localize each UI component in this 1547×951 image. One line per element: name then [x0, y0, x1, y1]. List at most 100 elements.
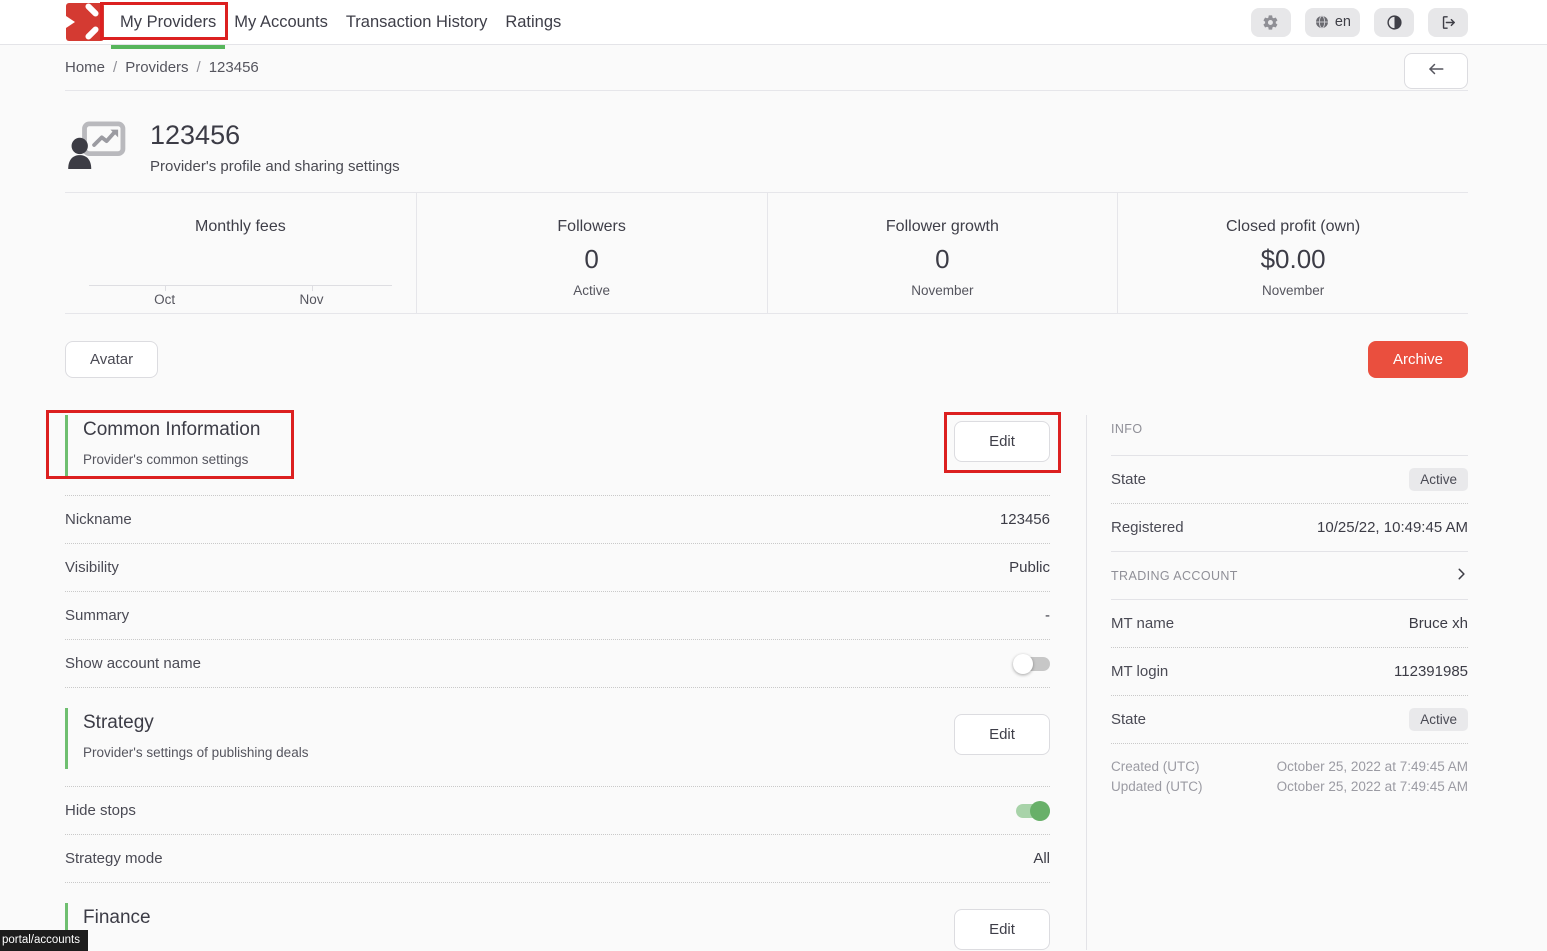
chart-x-axis: [89, 285, 392, 286]
row-label: MT login: [1111, 663, 1168, 680]
edit-strategy-button[interactable]: Edit: [954, 714, 1050, 755]
section-title: Strategy: [83, 712, 308, 734]
section-subtitle: Provider's settings of publishing deals: [83, 745, 308, 760]
section-title: Common Information: [83, 419, 260, 441]
archive-button[interactable]: Archive: [1368, 341, 1468, 378]
stat-closed-profit: Closed profit (own) $0.00 November: [1117, 193, 1468, 313]
row-value: 123456: [1000, 511, 1050, 528]
section-common-header: Common Information Provider's common set…: [65, 415, 260, 476]
sidebar-row-account-state: State Active: [1111, 696, 1468, 744]
row-value: 10/25/22, 10:49:45 AM: [1317, 519, 1468, 536]
monthly-fees-chart: Oct Nov: [89, 285, 392, 307]
info-sidebar: INFO State Active Registered 10/25/22, 1…: [1087, 415, 1468, 950]
info-title: INFO: [1111, 415, 1468, 456]
sidebar-row-registered: Registered 10/25/22, 10:49:45 AM: [1111, 504, 1468, 552]
edit-strategy-wrap: Edit: [954, 714, 1050, 755]
row-label: Summary: [65, 607, 129, 624]
hide-stops-toggle[interactable]: [1013, 801, 1050, 821]
strategy-rows: Hide stops Strategy mode All: [65, 786, 1050, 883]
breadcrumb-providers[interactable]: Providers: [125, 59, 188, 76]
top-bar: My Providers My Accounts Transaction His…: [0, 0, 1547, 45]
main-area: Common Information Provider's common set…: [65, 415, 1468, 950]
row-strategy-mode: Strategy mode All: [65, 835, 1050, 883]
meta-label: Updated (UTC): [1111, 777, 1203, 797]
avatar-button[interactable]: Avatar: [65, 341, 158, 378]
nav-transaction-history[interactable]: Transaction History: [337, 0, 497, 44]
stat-value: 0: [935, 244, 949, 275]
provider-presentation-icon: [68, 121, 126, 174]
row-label: Show account name: [65, 655, 201, 672]
breadcrumb-separator: /: [113, 59, 117, 76]
row-show-account-name: Show account name: [65, 640, 1050, 688]
arrow-left-icon: [1427, 62, 1445, 81]
logout-button[interactable]: [1428, 8, 1468, 37]
globe-icon: [1314, 14, 1330, 30]
page-header-text: 123456 Provider's profile and sharing se…: [150, 120, 400, 175]
page-subtitle: Provider's profile and sharing settings: [150, 158, 400, 175]
language-button[interactable]: en: [1305, 8, 1360, 37]
section-strategy: Strategy Provider's settings of publishi…: [65, 708, 1050, 769]
breadcrumb-home[interactable]: Home: [65, 59, 105, 76]
nav-transaction-history-label: Transaction History: [346, 13, 488, 32]
row-label: Registered: [1111, 519, 1184, 536]
trading-account-title: TRADING ACCOUNT: [1111, 569, 1238, 583]
stat-monthly-fees: Monthly fees Oct Nov: [65, 193, 416, 313]
nav-my-accounts-label: My Accounts: [234, 13, 328, 32]
settings-button[interactable]: [1251, 8, 1291, 37]
meta-label: Created (UTC): [1111, 757, 1200, 777]
nav-my-accounts[interactable]: My Accounts: [225, 0, 337, 44]
row-summary: Summary -: [65, 592, 1050, 640]
logout-icon: [1440, 14, 1457, 31]
stat-value: $0.00: [1261, 244, 1326, 275]
section-title: Finance: [83, 907, 151, 929]
theme-contrast-button[interactable]: [1374, 8, 1414, 37]
row-label: Hide stops: [65, 802, 136, 819]
main-nav: My Providers My Accounts Transaction His…: [111, 0, 570, 44]
contrast-icon: [1386, 14, 1403, 31]
stats-row: Monthly fees Oct Nov Followers 0 Active …: [65, 192, 1468, 314]
row-value: Bruce xh: [1409, 615, 1468, 632]
stat-caption: November: [1262, 283, 1324, 298]
meta-updated: Updated (UTC) October 25, 2022 at 7:49:4…: [1111, 777, 1468, 797]
stat-title: Monthly fees: [195, 218, 286, 236]
row-hide-stops: Hide stops: [65, 787, 1050, 835]
app-logo-icon[interactable]: [66, 3, 104, 41]
edit-common-wrap: Edit: [954, 421, 1050, 462]
edit-finance-wrap: Edit: [954, 909, 1050, 950]
row-label: MT name: [1111, 615, 1174, 632]
main-content: Common Information Provider's common set…: [65, 415, 1087, 950]
breadcrumb-row: Home / Providers / 123456: [65, 45, 1468, 91]
nav-my-providers-label: My Providers: [120, 13, 216, 32]
row-label: State: [1111, 711, 1146, 728]
row-label: State: [1111, 471, 1146, 488]
trading-account-section[interactable]: TRADING ACCOUNT: [1111, 552, 1468, 600]
row-value: All: [1033, 850, 1050, 867]
breadcrumb-current: 123456: [209, 59, 259, 76]
stat-title: Followers: [557, 218, 625, 236]
row-value: 112391985: [1394, 663, 1468, 680]
section-strategy-header: Strategy Provider's settings of publishi…: [65, 708, 308, 769]
back-button[interactable]: [1404, 53, 1468, 89]
breadcrumb-separator: /: [197, 59, 201, 76]
stat-follower-growth: Follower growth 0 November: [767, 193, 1118, 313]
show-account-name-toggle[interactable]: [1013, 654, 1050, 674]
edit-common-information-button[interactable]: Edit: [954, 421, 1050, 462]
meta-value: October 25, 2022 at 7:49:45 AM: [1277, 777, 1468, 797]
edit-finance-button[interactable]: Edit: [954, 909, 1050, 950]
nav-ratings[interactable]: Ratings: [496, 0, 570, 44]
meta-value: October 25, 2022 at 7:49:45 AM: [1277, 757, 1468, 777]
chart-x-label-oct: Oct: [154, 292, 175, 307]
sidebar-row-state: State Active: [1111, 456, 1468, 504]
page-header: 123456 Provider's profile and sharing se…: [65, 120, 1468, 175]
row-visibility: Visibility Public: [65, 544, 1050, 592]
breadcrumb: Home / Providers / 123456: [65, 59, 259, 76]
section-finance: Finance Edit: [65, 903, 1050, 950]
account-state-badge: Active: [1409, 708, 1468, 731]
chevron-right-icon: [1454, 567, 1468, 585]
meta-created: Created (UTC) October 25, 2022 at 7:49:4…: [1111, 757, 1468, 777]
chart-x-label-nov: Nov: [300, 292, 324, 307]
row-value: -: [1045, 607, 1050, 624]
gear-icon: [1262, 14, 1279, 31]
nav-my-providers[interactable]: My Providers: [111, 0, 225, 44]
page-title: 123456: [150, 120, 400, 151]
